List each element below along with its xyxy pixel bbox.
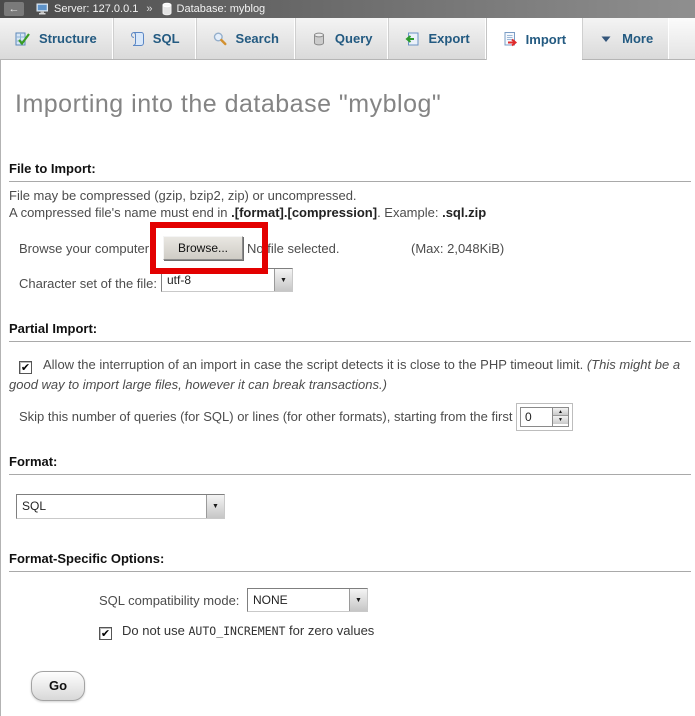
interrupt-import-label: Allow the interruption of an import in c… xyxy=(43,357,587,372)
compression-line2-prefix: A compressed file's name must end in xyxy=(9,205,231,220)
breadcrumb-server-label: Server: 127.0.0.1 xyxy=(54,3,138,15)
tab-label: More xyxy=(622,31,653,46)
skip-queries-value[interactable]: 0 xyxy=(520,407,552,427)
sql-compat-select[interactable]: NONE xyxy=(247,588,368,612)
tab-label: SQL xyxy=(153,31,180,46)
browse-button[interactable]: Browse... xyxy=(163,236,243,260)
page-title: Importing into the database "myblog" xyxy=(15,90,441,119)
tab-label: Query xyxy=(335,31,373,46)
section-heading-file-to-import: File to Import: xyxy=(9,161,691,182)
compression-format-pattern: .[format].[compression] xyxy=(231,205,377,220)
auto-increment-suffix: for zero values xyxy=(285,623,374,638)
structure-icon xyxy=(15,31,31,47)
tab-more[interactable]: More xyxy=(582,18,669,59)
skip-queries-label: Skip this number of queries (for SQL) or… xyxy=(19,409,541,424)
skip-queries-input[interactable]: 0 xyxy=(516,403,573,431)
tab-query[interactable]: Query xyxy=(295,18,389,59)
database-icon xyxy=(161,2,173,16)
auto-increment-code: AUTO_INCREMENT xyxy=(189,624,286,638)
auto-increment-prefix: Do not use xyxy=(122,623,189,638)
query-icon xyxy=(311,31,327,47)
export-icon xyxy=(404,31,420,47)
chevron-down-icon xyxy=(349,589,367,611)
browse-computer-label: Browse your computer: xyxy=(19,241,153,256)
auto-increment-option: Do not use AUTO_INCREMENT for zero value… xyxy=(99,623,374,640)
tab-label: Search xyxy=(236,31,279,46)
auto-increment-checkbox[interactable] xyxy=(99,627,112,640)
import-icon xyxy=(502,31,518,47)
format-select-value: SQL xyxy=(17,495,206,518)
compression-line2-mid: . Example: xyxy=(377,205,442,220)
search-icon xyxy=(212,31,228,47)
interrupt-import-checkbox[interactable] xyxy=(19,361,32,374)
tab-bar: Structure SQL Search Query Export Import… xyxy=(0,18,695,60)
sql-icon xyxy=(129,31,145,47)
chevron-down-icon xyxy=(598,31,614,47)
tab-label: Export xyxy=(428,31,469,46)
chevron-down-icon xyxy=(206,495,224,518)
server-icon xyxy=(36,2,50,16)
tab-label: Structure xyxy=(39,31,97,46)
section-heading-format: Format: xyxy=(9,454,691,475)
sql-compat-select-value: NONE xyxy=(248,589,349,611)
section-heading-format-options: Format-Specific Options: xyxy=(9,551,691,572)
breadcrumb-server[interactable]: Server: 127.0.0.1 xyxy=(36,2,138,16)
sql-compat-label: SQL compatibility mode: xyxy=(99,593,239,608)
back-arrow-button[interactable] xyxy=(4,2,24,16)
tab-import[interactable]: Import xyxy=(486,18,582,60)
go-button[interactable]: Go xyxy=(31,671,85,701)
format-select[interactable]: SQL xyxy=(16,494,225,519)
breadcrumb-separator: » xyxy=(144,3,154,15)
page-content: Importing into the database "myblog" Fil… xyxy=(0,60,695,716)
section-heading-partial-import: Partial Import: xyxy=(9,321,691,342)
charset-select-value: utf-8 xyxy=(162,269,274,291)
tab-structure[interactable]: Structure xyxy=(0,18,113,59)
breadcrumb-bar: Server: 127.0.0.1 » Database: myblog xyxy=(0,0,695,18)
max-size-text: (Max: 2,048KiB) xyxy=(411,241,504,256)
tab-search[interactable]: Search xyxy=(196,18,295,59)
spinner-up-icon[interactable] xyxy=(553,408,568,416)
compression-help-text: File may be compressed (gzip, bzip2, zip… xyxy=(9,187,486,221)
tab-sql[interactable]: SQL xyxy=(113,18,196,59)
breadcrumb-database[interactable]: Database: myblog xyxy=(161,2,266,16)
tab-export[interactable]: Export xyxy=(388,18,485,59)
compression-example: .sql.zip xyxy=(442,205,486,220)
compression-line1: File may be compressed (gzip, bzip2, zip… xyxy=(9,188,357,203)
charset-select[interactable]: utf-8 xyxy=(161,268,293,292)
spinner-down-icon[interactable] xyxy=(553,416,568,424)
spinner xyxy=(552,407,569,427)
no-file-selected-text: No file selected. xyxy=(247,241,340,256)
breadcrumb-database-label: Database: myblog xyxy=(177,3,266,15)
chevron-down-icon xyxy=(274,269,292,291)
tab-label: Import xyxy=(526,32,566,47)
partial-import-option: Allow the interruption of an import in c… xyxy=(9,355,687,395)
charset-label: Character set of the file: xyxy=(19,276,157,291)
